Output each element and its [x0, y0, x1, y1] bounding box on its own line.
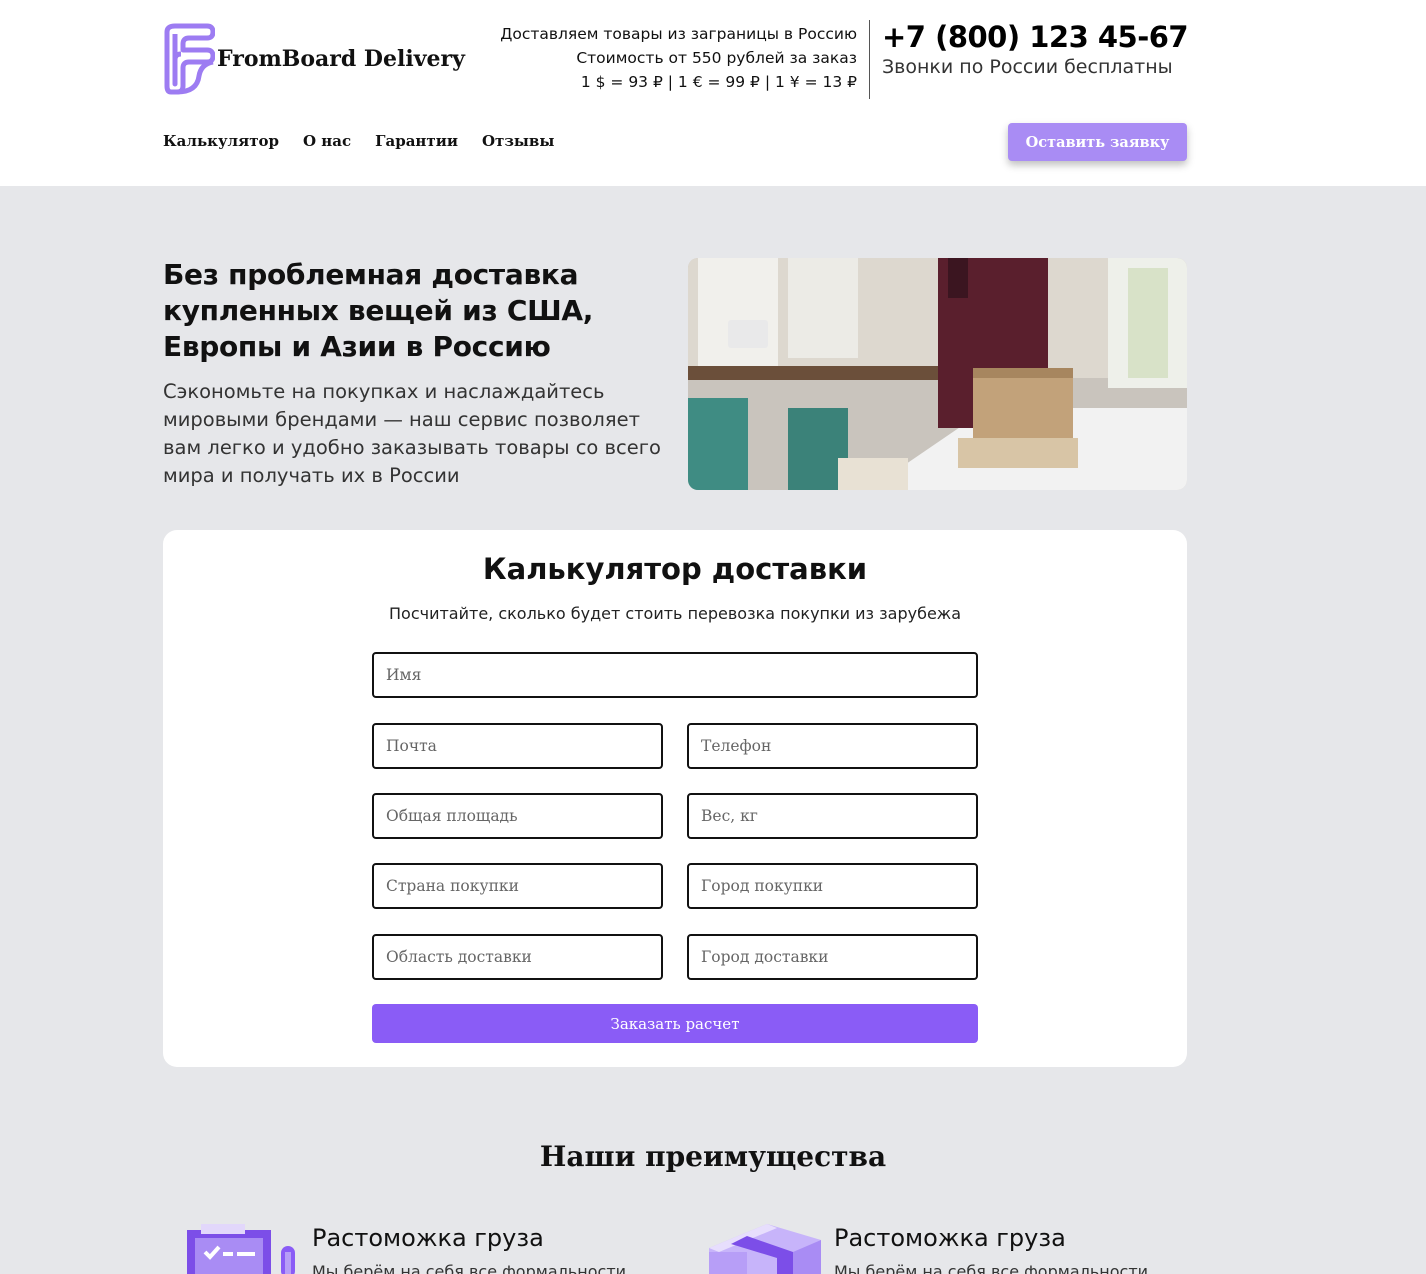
main-nav: Калькулятор О нас Гарантии Отзывы	[163, 132, 578, 150]
phone-note: Звонки по России бесплатны	[882, 56, 1173, 78]
advantage-title: Растоможка груза	[312, 1224, 544, 1252]
hero-photo	[688, 258, 1187, 490]
clipboard-icon	[187, 1224, 295, 1274]
advantages-title: Наши преимущества	[539, 1140, 887, 1173]
nav-link-calculator[interactable]: Калькулятор	[163, 132, 279, 150]
leave-request-button[interactable]: Оставить заявку	[1008, 123, 1187, 161]
name-input[interactable]	[372, 652, 978, 698]
box-icon	[709, 1224, 821, 1274]
site-header: FromBoard Delivery Доставляем товары из …	[0, 0, 1426, 186]
advantage-description: Мы берём на себя все формальности	[834, 1262, 1149, 1274]
info-line: Доставляем товары из заграницы в Россию	[500, 25, 857, 43]
purchase-city-input[interactable]	[687, 863, 978, 909]
order-calculation-button[interactable]: Заказать расчет	[372, 1004, 978, 1043]
advantage-title: Растоможка груза	[834, 1224, 1066, 1252]
nav-link-reviews[interactable]: Отзывы	[482, 132, 554, 150]
logo-icon[interactable]	[163, 20, 215, 96]
calculator-subtitle: Посчитайте, сколько будет стоить перевоз…	[389, 604, 961, 623]
delivery-info: Доставляем товары из заграницы в Россию …	[500, 22, 857, 94]
hero-text: Сэкономьте на покупках и наслаждайтесь м…	[163, 380, 661, 487]
brand-name[interactable]: FromBoard Delivery	[217, 46, 465, 72]
weight-input[interactable]	[687, 793, 978, 839]
delivery-calculator-card: Калькулятор доставки Посчитайте, сколько…	[163, 530, 1187, 1067]
nav-link-guarantees[interactable]: Гарантии	[375, 132, 458, 150]
phone-input[interactable]	[687, 723, 978, 769]
phone-number[interactable]: +7 (800) 123 45-67	[882, 20, 1189, 54]
advantage-description: Мы берём на себя все формальности	[312, 1262, 627, 1274]
delivery-region-input[interactable]	[372, 934, 663, 980]
calculator-title: Калькулятор доставки	[482, 552, 868, 586]
delivery-city-input[interactable]	[687, 934, 978, 980]
email-input[interactable]	[372, 723, 663, 769]
purchase-country-input[interactable]	[372, 863, 663, 909]
hero-title: Без проблемная доставка купленных вещей …	[163, 258, 594, 363]
divider	[869, 20, 870, 99]
info-line: Стоимость от 550 рублей за заказ	[576, 49, 857, 67]
exchange-rates: 1 $ = 93 ₽ | 1 € = 99 ₽ | 1 ¥ = 13 ₽	[580, 73, 857, 91]
nav-link-about[interactable]: О нас	[303, 132, 351, 150]
area-input[interactable]	[372, 793, 663, 839]
